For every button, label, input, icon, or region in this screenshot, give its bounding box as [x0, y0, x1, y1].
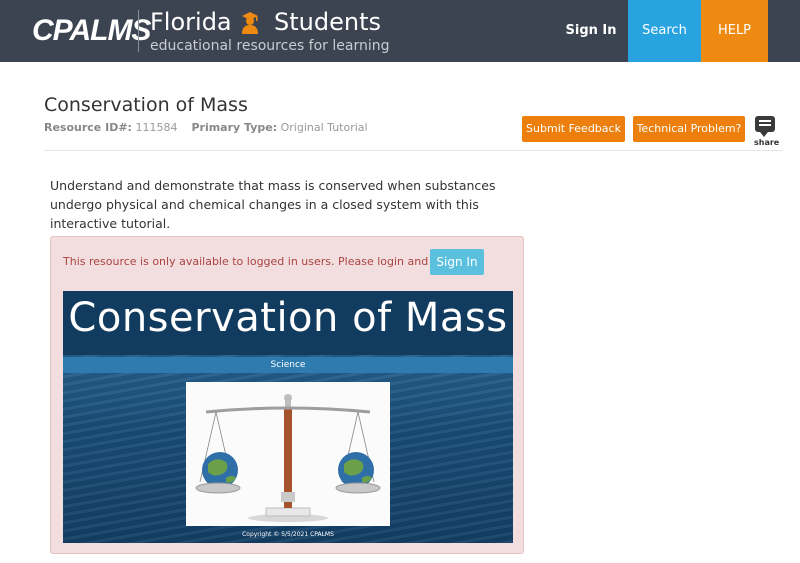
student-icon — [242, 12, 258, 34]
alert-sign-in-button[interactable]: Sign In — [430, 249, 484, 275]
divider — [44, 150, 782, 151]
banner-subject: Science — [63, 357, 513, 373]
share-icon — [755, 116, 775, 137]
resource-id-label: Resource ID#: — [44, 121, 132, 134]
page-title: Conservation of Mass — [44, 94, 248, 116]
nav-sign-in-link[interactable]: Sign In — [560, 0, 622, 62]
primary-type-label: Primary Type: — [191, 121, 278, 134]
technical-problem-button[interactable]: Technical Problem? — [633, 116, 745, 142]
site-title-students: Students — [274, 8, 381, 36]
login-required-alert: This resource is only available to logge… — [50, 236, 524, 554]
nav-help-button[interactable]: HELP — [701, 0, 768, 62]
primary-type-value: Original Tutorial — [280, 121, 368, 134]
alert-message: This resource is only available to logge… — [63, 255, 485, 268]
banner-title: Conservation of Mass — [68, 295, 508, 341]
site-title-florida: Florida — [150, 8, 232, 36]
logo-divider — [138, 10, 139, 52]
resource-meta: Resource ID#: 111584 Primary Type: Origi… — [44, 121, 368, 134]
site-header: CPALMS Florida Students educational reso… — [0, 0, 800, 62]
nav-search-button[interactable]: Search — [628, 0, 701, 62]
share-label: share — [754, 138, 780, 147]
cpalms-logo[interactable]: CPALMS — [32, 14, 151, 48]
balance-scale-image — [186, 382, 390, 526]
share-button[interactable]: share — [754, 116, 780, 147]
submit-feedback-button[interactable]: Submit Feedback — [522, 116, 625, 142]
site-subtitle: educational resources for learning — [150, 38, 390, 54]
resource-description: Understand and demonstrate that mass is … — [50, 178, 496, 231]
banner-copyright: Copyright © 5/5/2021 CPALMS — [242, 531, 334, 538]
tutorial-banner-image: Conservation of Mass Science Copyright ©… — [63, 291, 513, 543]
resource-id-value: 111584 — [135, 121, 178, 134]
